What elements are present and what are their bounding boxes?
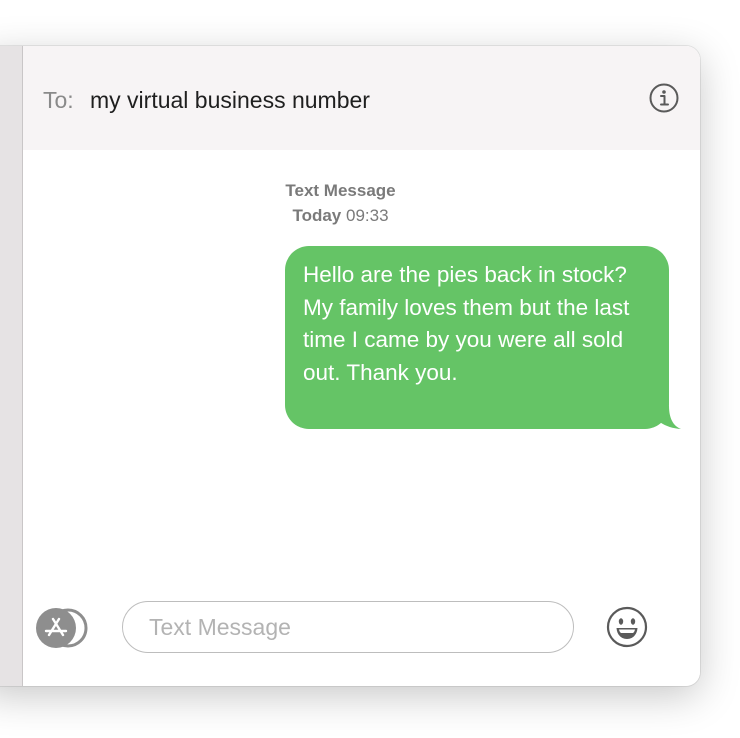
timestamp-day: Today bbox=[292, 206, 342, 225]
message-meta: Text Message Today 09:33 bbox=[23, 178, 700, 228]
conversation-header: To: my virtual business number bbox=[23, 46, 700, 150]
messages-window: To: my virtual business number Text Mess… bbox=[0, 46, 700, 686]
message-input[interactable] bbox=[122, 601, 574, 653]
to-label: To: bbox=[43, 87, 74, 113]
message-bubble-outgoing[interactable]: Hello are the pies back in stock? My fam… bbox=[285, 246, 681, 429]
recipient-name[interactable]: my virtual business number bbox=[90, 87, 370, 114]
composer-bar bbox=[23, 586, 700, 686]
conversation-pane: To: my virtual business number Text Mess… bbox=[23, 46, 700, 686]
sidebar-edge bbox=[0, 46, 23, 686]
emoji-button[interactable] bbox=[606, 606, 648, 648]
message-text: Hello are the pies back in stock? My fam… bbox=[285, 246, 669, 429]
app-store-button[interactable] bbox=[34, 608, 92, 648]
service-label: Text Message bbox=[285, 181, 396, 200]
app-store-icon bbox=[36, 608, 88, 648]
info-icon-glyph bbox=[649, 83, 679, 113]
timestamp-time: 09:33 bbox=[346, 206, 389, 225]
screen: To: my virtual business number Text Mess… bbox=[0, 0, 740, 738]
timestamp: Today 09:33 bbox=[2, 203, 679, 228]
info-icon[interactable] bbox=[649, 83, 679, 113]
smiley-face-icon bbox=[606, 606, 648, 648]
